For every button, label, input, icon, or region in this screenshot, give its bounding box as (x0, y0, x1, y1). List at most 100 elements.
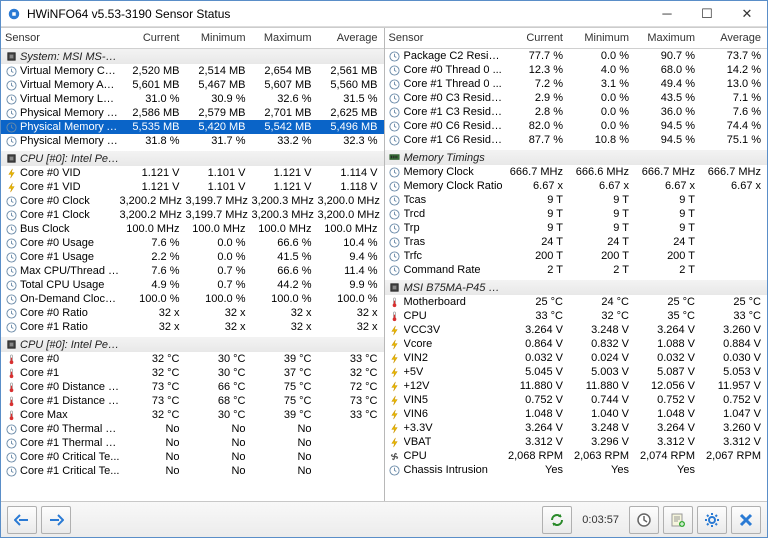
sensor-row[interactable]: Core #0 Thermal T...NoNoNo (1, 422, 384, 436)
sensor-group[interactable]: CPU [#0]: Intel Pen... (1, 337, 384, 352)
sensor-row[interactable]: Core #1 Usage2.2 %0.0 %41.5 %9.4 % (1, 250, 384, 264)
column-header-left[interactable]: Sensor Current Minimum Maximum Average (1, 28, 384, 49)
sensor-row[interactable]: Core #032 °C30 °C39 °C33 °C (1, 352, 384, 366)
nav-back-button[interactable] (7, 506, 37, 534)
sensor-row[interactable]: VIN20.032 V0.024 V0.032 V0.030 V (385, 351, 768, 365)
sensor-row[interactable]: Core #0 Clock3,200.2 MHz3,199.7 MHz3,200… (1, 194, 384, 208)
sensor-row[interactable]: CPU33 °C32 °C35 °C33 °C (385, 309, 768, 323)
sensor-row[interactable]: Virtual Memory Avai...5,601 MB5,467 MB5,… (1, 78, 384, 92)
sensor-row[interactable]: Core #1 C3 Reside...2.8 %0.0 %36.0 %7.6 … (385, 105, 768, 119)
sensor-value: 9.4 % (318, 251, 384, 263)
sensor-row[interactable]: Virtual Memory Com...2,520 MB2,514 MB2,6… (1, 64, 384, 78)
sensor-value: 3.264 V (503, 324, 569, 336)
col-average[interactable]: Average (701, 32, 767, 44)
sensor-row[interactable]: Core #0 Ratio32 x32 x32 x32 x (1, 306, 384, 320)
sensor-label: Virtual Memory Load (20, 93, 120, 105)
sensor-row[interactable]: Core #1 C6 Reside...87.7 %10.8 %94.5 %75… (385, 133, 768, 147)
sensor-row[interactable]: Core Max32 °C30 °C39 °C33 °C (1, 408, 384, 422)
sensor-list-right[interactable]: Package C2 Reside...77.7 %0.0 %90.7 %73.… (385, 49, 768, 501)
sensor-row[interactable]: Command Rate2 T2 T2 T (385, 263, 768, 277)
sensor-row[interactable]: Tcas9 T9 T9 T (385, 193, 768, 207)
close-button[interactable]: ✕ (727, 1, 767, 27)
col-minimum[interactable]: Minimum (186, 32, 252, 44)
col-sensor[interactable]: Sensor (385, 32, 504, 44)
sensor-group[interactable]: Memory Timings (385, 150, 768, 165)
sensor-row[interactable]: VCC3V3.264 V3.248 V3.264 V3.260 V (385, 323, 768, 337)
maximize-button[interactable]: ☐ (687, 1, 727, 27)
sensor-row[interactable]: Trfc200 T200 T200 T (385, 249, 768, 263)
sensor-row[interactable]: Memory Clock666.7 MHz666.6 MHz666.7 MHz6… (385, 165, 768, 179)
sensor-value: 1.101 V (186, 167, 252, 179)
sensor-row[interactable]: VIN61.048 V1.040 V1.048 V1.047 V (385, 407, 768, 421)
sensor-row[interactable]: Core #0 VID1.121 V1.101 V1.121 V1.114 V (1, 166, 384, 180)
sensor-row[interactable]: Total CPU Usage4.9 %0.7 %44.2 %9.9 % (1, 278, 384, 292)
col-minimum[interactable]: Minimum (569, 32, 635, 44)
chip-icon (5, 339, 17, 351)
sensor-row[interactable]: Core #0 Thread 0 ...12.3 %4.0 %68.0 %14.… (385, 63, 768, 77)
sensor-value: 12.056 V (635, 380, 701, 392)
sensor-row[interactable]: Core #1 Thermal T...NoNoNo (1, 436, 384, 450)
sensor-row[interactable]: Physical Memory Load31.8 %31.7 %33.2 %32… (1, 134, 384, 148)
sensor-row[interactable]: Core #132 °C30 °C37 °C32 °C (1, 366, 384, 380)
sensor-row[interactable]: Vcore0.864 V0.832 V1.088 V0.884 V (385, 337, 768, 351)
sensor-row[interactable]: Core #1 Distance t...73 °C68 °C75 °C73 °… (1, 394, 384, 408)
settings-button[interactable] (697, 506, 727, 534)
sensor-value: 5,467 MB (186, 79, 252, 91)
minimize-button[interactable]: ─ (647, 1, 687, 27)
sensor-row[interactable]: Bus Clock100.0 MHz100.0 MHz100.0 MHz100.… (1, 222, 384, 236)
clock-icon (5, 209, 17, 221)
sensor-row[interactable]: Trp9 T9 T9 T (385, 221, 768, 235)
sensor-row[interactable]: +5V5.045 V5.003 V5.087 V5.053 V (385, 365, 768, 379)
sensor-row[interactable]: VIN50.752 V0.744 V0.752 V0.752 V (385, 393, 768, 407)
sensor-row[interactable]: Memory Clock Ratio6.67 x6.67 x6.67 x6.67… (385, 179, 768, 193)
sensor-list-left[interactable]: System: MSI MS-7798Virtual Memory Com...… (1, 49, 384, 501)
sensor-row[interactable]: Virtual Memory Load31.0 %30.9 %32.6 %31.… (1, 92, 384, 106)
sensor-value: 6.67 x (503, 180, 569, 192)
sensor-row[interactable]: +12V11.880 V11.880 V12.056 V11.957 V (385, 379, 768, 393)
sensor-row[interactable]: Core #0 C3 Reside...2.9 %0.0 %43.5 %7.1 … (385, 91, 768, 105)
sensor-row[interactable]: Max CPU/Thread U...7.6 %0.7 %66.6 %11.4 … (1, 264, 384, 278)
sensor-value: 3.264 V (635, 422, 701, 434)
sensor-value: 39 °C (252, 409, 318, 421)
col-current[interactable]: Current (120, 32, 186, 44)
sensor-group[interactable]: MSI B75MA-P45 (M... (385, 280, 768, 295)
sensor-row[interactable]: VBAT3.312 V3.296 V3.312 V3.312 V (385, 435, 768, 449)
sensor-row[interactable]: Core #1 Critical Te...NoNoNo (1, 464, 384, 478)
sensor-group[interactable]: System: MSI MS-7798 (1, 49, 384, 64)
sensor-row[interactable]: Tras24 T24 T24 T (385, 235, 768, 249)
col-current[interactable]: Current (503, 32, 569, 44)
sensor-row[interactable]: Physical Memory Av...5,535 MB5,420 MB5,5… (1, 120, 384, 134)
sensor-label: VIN6 (404, 408, 428, 420)
col-maximum[interactable]: Maximum (635, 32, 701, 44)
sensor-label: On-Demand Clock ... (20, 293, 120, 305)
clock-icon (5, 121, 17, 133)
sensor-row[interactable]: Core #0 Critical Te...NoNoNo (1, 450, 384, 464)
log-button[interactable] (663, 506, 693, 534)
sensor-row[interactable]: Chassis IntrusionYesYesYes (385, 463, 768, 477)
column-header-right[interactable]: Sensor Current Minimum Maximum Average (385, 28, 768, 49)
sensor-row[interactable]: Core #0 Usage7.6 %0.0 %66.6 %10.4 % (1, 236, 384, 250)
col-sensor[interactable]: Sensor (1, 32, 120, 44)
sensor-row[interactable]: Core #1 Ratio32 x32 x32 x32 x (1, 320, 384, 334)
sensor-row[interactable]: CPU2,068 RPM2,063 RPM2,074 RPM2,067 RPM (385, 449, 768, 463)
sensor-group[interactable]: CPU [#0]: Intel Pen... (1, 151, 384, 166)
sensor-row[interactable]: Core #0 C6 Reside...82.0 %0.0 %94.5 %74.… (385, 119, 768, 133)
sensor-row[interactable]: Core #1 VID1.121 V1.101 V1.121 V1.118 V (1, 180, 384, 194)
nav-forward-button[interactable] (41, 506, 71, 534)
clock-button[interactable] (629, 506, 659, 534)
sensor-row[interactable]: Motherboard25 °C24 °C25 °C25 °C (385, 295, 768, 309)
sensor-row[interactable]: Physical Memory Used2,586 MB2,579 MB2,70… (1, 106, 384, 120)
sensor-row[interactable]: Package C2 Reside...77.7 %0.0 %90.7 %73.… (385, 49, 768, 63)
sensor-value: 9 T (569, 208, 635, 220)
col-maximum[interactable]: Maximum (252, 32, 318, 44)
sensor-value: 90.7 % (635, 50, 701, 62)
close-panel-button[interactable] (731, 506, 761, 534)
col-average[interactable]: Average (318, 32, 384, 44)
sensor-row[interactable]: Core #1 Clock3,200.2 MHz3,199.7 MHz3,200… (1, 208, 384, 222)
sensor-row[interactable]: Trcd9 T9 T9 T (385, 207, 768, 221)
sensor-row[interactable]: On-Demand Clock ...100.0 %100.0 %100.0 %… (1, 292, 384, 306)
sensor-row[interactable]: Core #0 Distance t...73 °C66 °C75 °C72 °… (1, 380, 384, 394)
sensor-row[interactable]: Core #1 Thread 0 ...7.2 %3.1 %49.4 %13.0… (385, 77, 768, 91)
refresh-button[interactable] (542, 506, 572, 534)
sensor-row[interactable]: +3.3V3.264 V3.248 V3.264 V3.260 V (385, 421, 768, 435)
